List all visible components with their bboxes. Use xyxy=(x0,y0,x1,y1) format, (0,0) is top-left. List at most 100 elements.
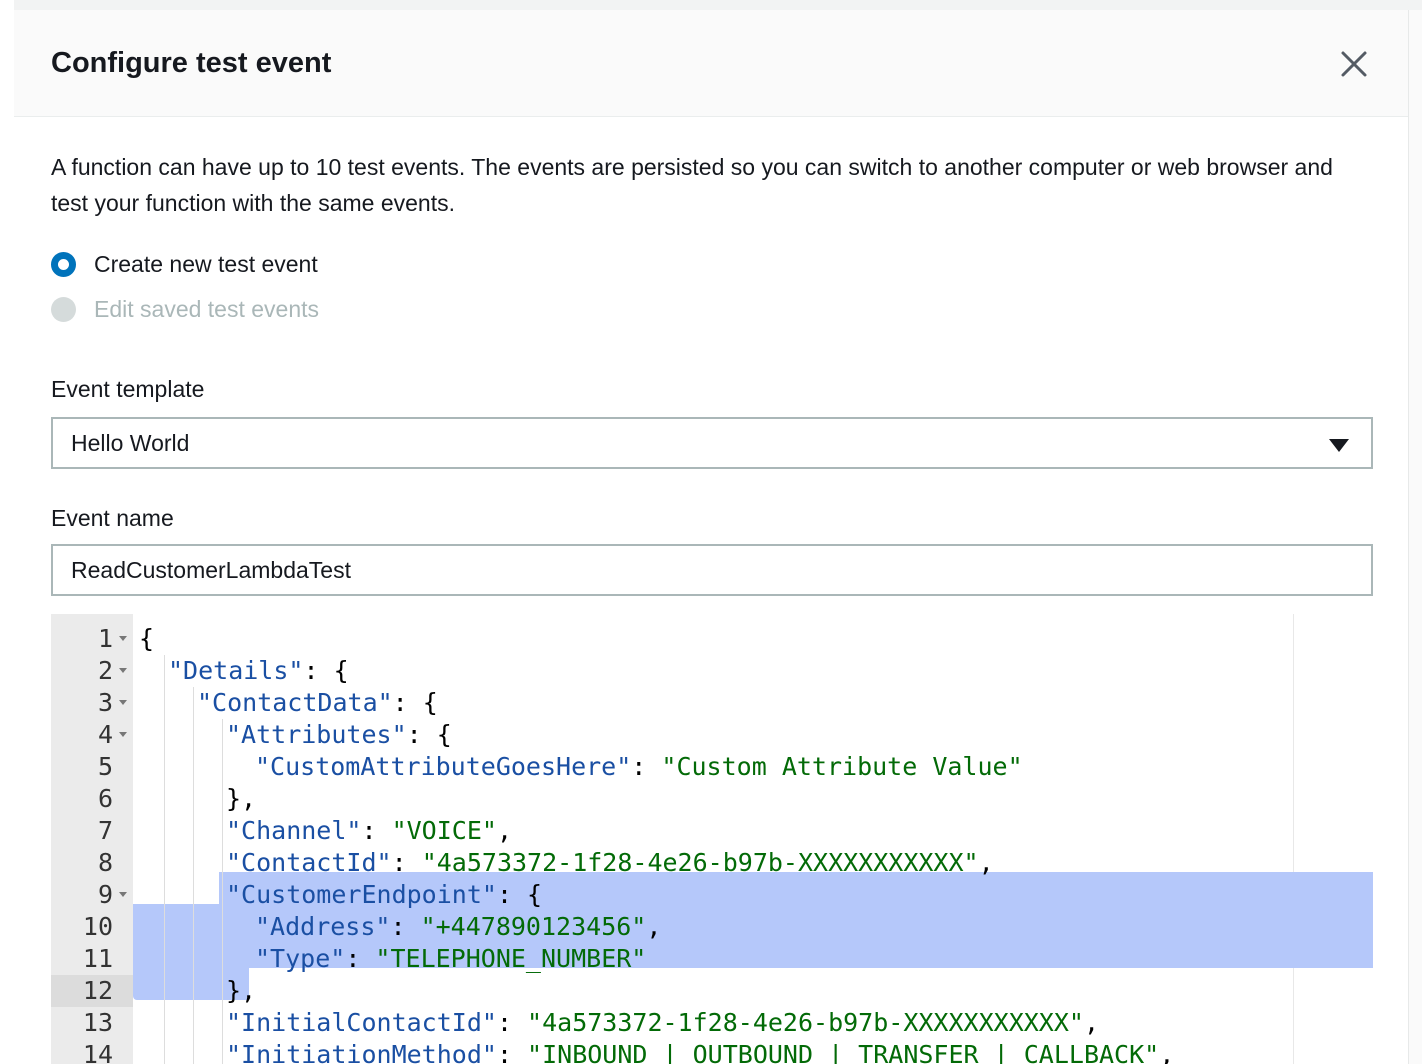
gutter-line: 3 xyxy=(51,687,133,719)
fold-toggle-icon[interactable] xyxy=(119,668,127,673)
code-line[interactable]: "ContactId": "4a573372-1f28-4e26-b97b-XX… xyxy=(139,847,994,879)
json-punctuation: : xyxy=(390,912,421,941)
gutter-line: 5 xyxy=(51,751,133,783)
gutter-line: 1 xyxy=(51,623,133,655)
json-string: "Custom Attribute Value" xyxy=(661,752,1023,781)
json-string: "VOICE" xyxy=(391,816,497,845)
edit-saved-radio xyxy=(51,296,76,322)
gutter-line: 9 xyxy=(51,879,133,911)
create-new-radio[interactable] xyxy=(51,251,76,277)
json-string: "4a573372-1f28-4e26-b97b-XXXXXXXXXXX" xyxy=(527,1008,1084,1037)
json-key: "Type" xyxy=(255,944,346,973)
gutter-line: 2 xyxy=(51,655,133,687)
editor-code-area[interactable]: {"Details": {"ContactData": {"Attributes… xyxy=(133,614,1373,1064)
line-number: 2 xyxy=(97,656,113,685)
line-number: 1 xyxy=(97,624,113,653)
code-line[interactable]: "CustomerEndpoint": { xyxy=(139,879,542,911)
event-name-label: Event name xyxy=(51,505,174,531)
json-key: "Attributes" xyxy=(226,720,407,749)
line-number: 8 xyxy=(97,848,113,877)
background-page xyxy=(0,0,14,1064)
code-line[interactable]: "InitiationMethod": "INBOUND | OUTBOUND … xyxy=(139,1039,1174,1064)
edit-saved-label: Edit saved test events xyxy=(94,295,320,322)
json-punctuation: }, xyxy=(226,976,257,1005)
json-key: "ContactId" xyxy=(226,848,392,877)
json-punctuation: : xyxy=(496,1008,528,1037)
line-number: 11 xyxy=(82,944,113,973)
json-key: "CustomAttributeGoesHere" xyxy=(255,752,632,781)
code-line[interactable]: "Address": "+447890123456", xyxy=(139,911,661,943)
line-number: 4 xyxy=(97,720,113,749)
line-number: 5 xyxy=(97,752,113,781)
json-punctuation: , xyxy=(978,848,994,877)
background-scrollbar xyxy=(1408,10,1422,1064)
json-code-editor[interactable]: 1 2 3 4 5 6 7 8 9 10 11 12 13 14 {"Details": {"Contac… xyxy=(51,614,1373,1064)
json-string: "INBOUND | OUTBOUND | TRANSFER | CALLBAC… xyxy=(527,1040,1160,1064)
print-margin xyxy=(1293,614,1294,1064)
line-number: 6 xyxy=(97,784,113,813)
code-line[interactable]: "Attributes": { xyxy=(139,719,452,751)
json-punctuation: : { xyxy=(303,656,349,685)
gutter-line: 11 xyxy=(51,943,133,975)
json-key: "ContactData" xyxy=(197,688,393,717)
json-string: "TELEPHONE_NUMBER" xyxy=(375,944,647,973)
gutter-line: 4 xyxy=(51,719,133,751)
code-line[interactable]: }, xyxy=(139,783,256,815)
close-icon xyxy=(1341,51,1367,77)
line-number: 3 xyxy=(97,688,113,717)
gutter-line: 14 xyxy=(51,1039,133,1064)
code-line[interactable]: "InitialContactId": "4a573372-1f28-4e26-… xyxy=(139,1007,1099,1039)
code-line[interactable]: { xyxy=(139,623,154,655)
configure-test-event-dialog: Configure test event A function can have… xyxy=(14,10,1408,1064)
line-number: 7 xyxy=(97,816,113,845)
dialog-description: A function can have up to 10 test events… xyxy=(51,154,1333,216)
code-line[interactable]: "CustomAttributeGoesHere": "Custom Attri… xyxy=(139,751,1023,783)
json-punctuation: : xyxy=(631,752,662,781)
json-punctuation: : xyxy=(361,816,392,845)
dialog-header: Configure test event xyxy=(14,10,1408,117)
code-line[interactable]: "Channel": "VOICE", xyxy=(139,815,512,847)
event-template-label: Event template xyxy=(51,376,205,402)
fold-toggle-icon[interactable] xyxy=(119,892,127,897)
code-line[interactable]: "ContactData": { xyxy=(139,687,438,719)
gutter-line: 7 xyxy=(51,815,133,847)
code-line[interactable]: "Details": { xyxy=(139,655,349,687)
create-new-option[interactable]: Create new test event xyxy=(51,247,1373,281)
json-key: "InitiationMethod" xyxy=(226,1040,497,1064)
line-number: 9 xyxy=(97,880,113,909)
gutter-line: 12 xyxy=(51,975,133,1007)
code-line[interactable]: }, xyxy=(139,975,256,1007)
editor-gutter: 1 2 3 4 5 6 7 8 9 10 11 12 13 14 xyxy=(51,614,133,1064)
line-number: 13 xyxy=(82,1008,113,1037)
json-key: "Channel" xyxy=(226,816,362,845)
json-punctuation: : { xyxy=(392,688,438,717)
code-line[interactable]: "Type": "TELEPHONE_NUMBER" xyxy=(139,943,646,975)
fold-toggle-icon[interactable] xyxy=(119,732,127,737)
event-template-select[interactable]: Hello World xyxy=(51,417,1373,469)
json-punctuation: , xyxy=(1083,1008,1100,1037)
gutter-line: 13 xyxy=(51,1007,133,1039)
json-key: "Details" xyxy=(168,656,304,685)
gutter-line: 6 xyxy=(51,783,133,815)
json-string: "4a573372-1f28-4e26-b97b-XXXXXXXXXXX" xyxy=(421,848,979,877)
create-new-label: Create new test event xyxy=(94,250,318,277)
dialog-body: A function can have up to 10 test events… xyxy=(51,117,1373,596)
json-key: "Address" xyxy=(255,912,391,941)
close-button[interactable] xyxy=(1336,46,1372,82)
json-punctuation: : xyxy=(345,944,376,973)
line-number: 14 xyxy=(82,1040,113,1064)
json-punctuation: : xyxy=(391,848,422,877)
json-key: "CustomerEndpoint" xyxy=(226,880,497,909)
fold-toggle-icon[interactable] xyxy=(119,700,127,705)
event-template-value: Hello World xyxy=(71,429,190,456)
json-punctuation: , xyxy=(496,816,512,845)
fold-toggle-icon[interactable] xyxy=(119,636,127,641)
json-key: "InitialContactId" xyxy=(226,1008,497,1037)
edit-saved-option: Edit saved test events xyxy=(51,292,1373,326)
gutter-line: 8 xyxy=(51,847,133,879)
json-punctuation: { xyxy=(139,624,155,653)
event-name-input[interactable] xyxy=(51,544,1373,596)
json-punctuation: , xyxy=(1159,1040,1175,1064)
json-punctuation: }, xyxy=(226,784,257,813)
json-punctuation: : xyxy=(496,1040,528,1064)
